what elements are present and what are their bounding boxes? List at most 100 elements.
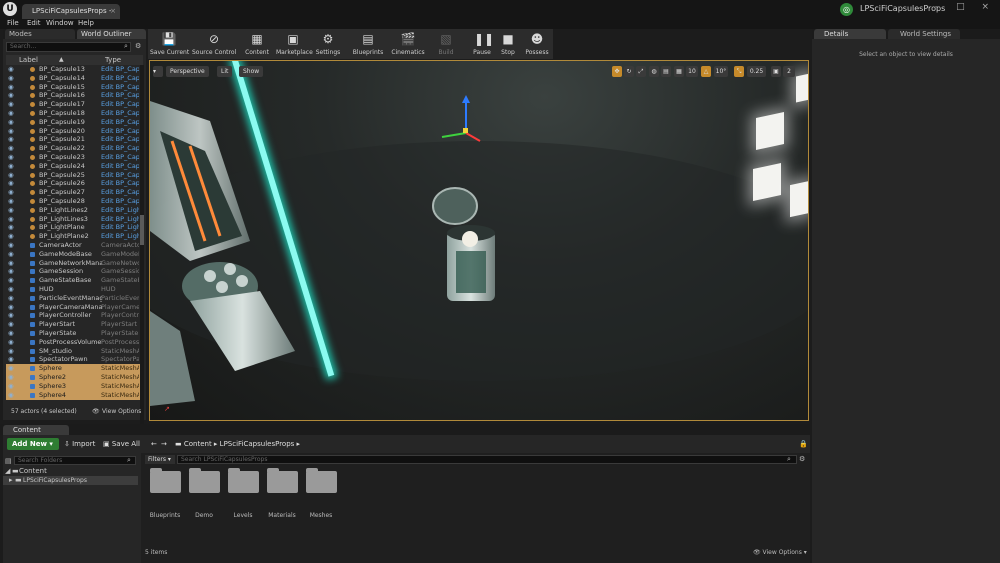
- grid-snap-icon[interactable]: ▦: [674, 66, 684, 77]
- viewport-options-dropdown[interactable]: ▾: [153, 66, 163, 77]
- nav-forward-icon[interactable]: →: [161, 438, 167, 450]
- level-viewport[interactable]: ↗ ▾ Perspective Lit Show ✥ ↻ ⤢ ◍ ▤ ▦ 10 …: [149, 60, 809, 421]
- menu-file[interactable]: File: [7, 19, 19, 27]
- visibility-eye-icon[interactable]: ◉: [8, 162, 15, 171]
- folder-tile-materials[interactable]: Materials: [265, 468, 299, 531]
- visibility-eye-icon[interactable]: ◉: [8, 355, 15, 364]
- visibility-eye-icon[interactable]: ◉: [8, 285, 15, 294]
- visibility-eye-icon[interactable]: ◉: [8, 65, 15, 74]
- marketplace-button[interactable]: ▣ Marketplace: [276, 29, 313, 59]
- outliner-row[interactable]: ◉ BP_Capsule22 Edit BP_Cap: [6, 144, 140, 153]
- visibility-eye-icon[interactable]: ◉: [8, 74, 15, 83]
- rotate-mode-icon[interactable]: ↻: [624, 66, 634, 77]
- scale-snap-icon[interactable]: ⤡: [734, 66, 744, 77]
- visibility-eye-icon[interactable]: ◉: [8, 382, 15, 391]
- save-current-button[interactable]: 💾 Save Current: [150, 29, 189, 59]
- actor-type[interactable]: Edit BP_Ligh: [101, 215, 139, 224]
- window-controls[interactable]: – □ ×: [935, 2, 996, 12]
- actor-type[interactable]: Edit BP_Ligh: [101, 223, 139, 232]
- rotation-snap-value[interactable]: 10°: [714, 66, 728, 77]
- perspective-button[interactable]: Perspective: [166, 66, 209, 77]
- menu-edit[interactable]: Edit: [27, 19, 41, 27]
- import-button[interactable]: ⇩ Import: [64, 438, 95, 450]
- menu-help[interactable]: Help: [78, 19, 94, 27]
- visibility-eye-icon[interactable]: ◉: [8, 144, 15, 153]
- close-icon[interactable]: ×: [110, 4, 116, 19]
- search-assets-input[interactable]: Search LPSciFiCapsulesProps: [177, 455, 797, 464]
- actor-type[interactable]: Edit BP_Cap: [101, 188, 139, 197]
- actor-type[interactable]: Edit BP_Cap: [101, 135, 139, 144]
- actor-type[interactable]: Edit BP_Cap: [101, 65, 139, 74]
- outliner-row[interactable]: ◉ BP_LightLines2 Edit BP_Ligh: [6, 206, 140, 215]
- outliner-row[interactable]: ◉ PlayerController PlayerContro: [6, 311, 140, 320]
- actor-type[interactable]: Edit BP_Cap: [101, 109, 139, 118]
- actor-type[interactable]: Edit BP_Cap: [101, 153, 139, 162]
- blueprints-button[interactable]: ▤ Blueprints: [350, 29, 386, 59]
- outliner-row[interactable]: ◉ BP_Capsule28 Edit BP_Cap: [6, 197, 140, 206]
- level-tab[interactable]: LPSciFiCapsulesProps - Unr... ×: [22, 4, 120, 30]
- tab-content-browser[interactable]: Content Browser: [3, 425, 69, 444]
- visibility-eye-icon[interactable]: ◉: [8, 267, 15, 276]
- actor-type[interactable]: Edit BP_Cap: [101, 74, 139, 83]
- visibility-eye-icon[interactable]: ◉: [8, 232, 15, 241]
- actor-type[interactable]: Edit BP_Ligh: [101, 232, 139, 241]
- actor-type[interactable]: Edit BP_Cap: [101, 162, 139, 171]
- save-all-button[interactable]: ▣ Save All: [103, 438, 140, 450]
- lock-icon[interactable]: 🔒: [799, 438, 808, 450]
- outliner-row[interactable]: ◉ HUD HUD: [6, 285, 140, 294]
- filter-settings-icon[interactable]: ⚙: [799, 455, 805, 463]
- folder-tile-demo[interactable]: Demo: [187, 468, 221, 531]
- outliner-row[interactable]: ◉ BP_Capsule24 Edit BP_Cap: [6, 162, 140, 171]
- visibility-eye-icon[interactable]: ◉: [8, 109, 15, 118]
- outliner-row[interactable]: ◉ PostProcessVolume PostProcess: [6, 338, 140, 347]
- visibility-eye-icon[interactable]: ◉: [8, 276, 15, 285]
- outliner-row[interactable]: ◉ GameStateBase GameStateBa: [6, 276, 140, 285]
- build-button[interactable]: ▧ Build: [431, 29, 461, 59]
- actor-type[interactable]: Edit BP_Cap: [101, 144, 139, 153]
- outliner-row[interactable]: ◉ GameSession GameSession: [6, 267, 140, 276]
- scale-snap-value[interactable]: 0.25: [747, 66, 766, 77]
- outliner-row[interactable]: ◉ BP_LightLines3 Edit BP_Ligh: [6, 215, 140, 224]
- outliner-row[interactable]: ◉ Sphere4 StaticMeshA: [6, 390, 140, 400]
- view-options-button[interactable]: View Options: [102, 407, 141, 417]
- outliner-row[interactable]: ◉ BP_Capsule13 Edit BP_Cap: [6, 65, 140, 74]
- outliner-row[interactable]: ◉ SpectatorPawn SpectatorPa: [6, 355, 140, 364]
- folder-tile-blueprints[interactable]: Blueprints: [148, 468, 182, 531]
- outliner-row[interactable]: ◉ PlayerStart PlayerStart: [6, 320, 140, 329]
- breadcrumb-content[interactable]: Content: [184, 440, 212, 448]
- filters-dropdown[interactable]: Filters ▾: [145, 455, 175, 464]
- visibility-eye-icon[interactable]: ◉: [8, 241, 15, 250]
- surface-snap-icon[interactable]: ▤: [661, 66, 671, 77]
- scale-mode-icon[interactable]: ⤢: [636, 66, 646, 77]
- visibility-eye-icon[interactable]: ◉: [8, 127, 15, 136]
- tab-world-outliner[interactable]: World Outliner: [77, 29, 146, 39]
- outliner-row[interactable]: ◉ GameNetworkManagerGameNetwor: [6, 259, 140, 268]
- visibility-eye-icon[interactable]: ◉: [8, 364, 15, 373]
- grid-snap-value[interactable]: 10: [686, 66, 698, 77]
- visibility-eye-icon[interactable]: ◉: [8, 303, 15, 312]
- camera-speed-icon[interactable]: ▣: [771, 66, 781, 77]
- actor-type[interactable]: Edit BP_Cap: [101, 118, 139, 127]
- outliner-row[interactable]: ◉ BP_Capsule21 Edit BP_Cap: [6, 135, 140, 144]
- possess-button[interactable]: ☻ Possess: [521, 29, 553, 59]
- actor-type[interactable]: Edit BP_Ligh: [101, 206, 139, 215]
- outliner-scrollbar[interactable]: [140, 65, 144, 433]
- visibility-eye-icon[interactable]: ◉: [8, 294, 15, 303]
- tab-world-settings[interactable]: World Settings: [888, 29, 960, 39]
- outliner-search-input[interactable]: Search...: [6, 42, 131, 52]
- outliner-row[interactable]: ◉ BP_Capsule19 Edit BP_Cap: [6, 118, 140, 127]
- show-button[interactable]: Show: [239, 66, 264, 77]
- visibility-eye-icon[interactable]: ◉: [8, 179, 15, 188]
- visibility-eye-icon[interactable]: ◉: [8, 215, 15, 224]
- settings-button[interactable]: ⚙ Settings: [313, 29, 343, 59]
- search-folders-input[interactable]: Search Folders: [14, 456, 136, 465]
- outliner-row[interactable]: ◉ BP_LightPlane Edit BP_Ligh: [6, 223, 140, 232]
- pause-button[interactable]: ❚❚ Pause: [470, 29, 494, 59]
- tree-item-project[interactable]: ▸ ▬ LPSciFiCapsulesProps: [3, 476, 138, 485]
- outliner-row[interactable]: ◉ BP_Capsule26 Edit BP_Cap: [6, 179, 140, 188]
- outliner-row[interactable]: ◉ BP_Capsule25 Edit BP_Cap: [6, 171, 140, 180]
- lit-button[interactable]: Lit: [217, 66, 233, 77]
- outliner-row[interactable]: ◉ BP_LightPlane2 Edit BP_Ligh: [6, 232, 140, 241]
- visibility-eye-icon[interactable]: ◉: [8, 171, 15, 180]
- outliner-row[interactable]: ◉ BP_Capsule20 Edit BP_Cap: [6, 127, 140, 136]
